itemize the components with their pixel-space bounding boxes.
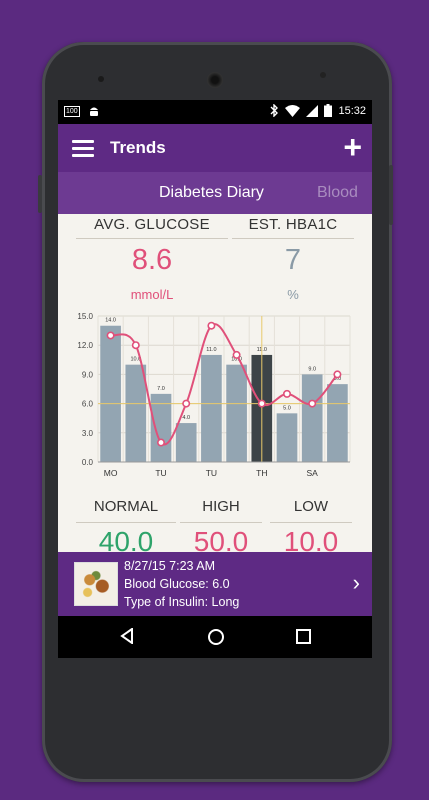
app-bar: Trends + — [58, 124, 372, 172]
volume-button — [38, 175, 42, 213]
wifi-icon — [285, 104, 301, 117]
bar — [276, 413, 298, 462]
entry-insulin: Type of Insulin: Long — [124, 595, 240, 609]
system-nav-bar — [58, 616, 372, 658]
bar-value-label: 4.0 — [182, 415, 190, 421]
line-point — [333, 370, 342, 379]
y-tick-label: 15.0 — [77, 312, 93, 321]
clock: 15:32 — [338, 104, 366, 117]
bar — [201, 354, 222, 462]
hba1c-value: 7 — [284, 244, 302, 276]
x-tick-label: TU — [155, 468, 166, 478]
meal-photo — [74, 562, 118, 606]
bar-value-label: 5.0 — [283, 405, 291, 411]
app-screen: 100 15:32 Trends + Diabetes Diary Blood … — [58, 100, 372, 658]
low-label: LOW — [270, 498, 352, 523]
y-tick-label: 9.0 — [82, 370, 94, 379]
avg-glucose-value: 8.6 — [131, 244, 173, 276]
x-tick-label: MO — [104, 468, 118, 478]
line-point — [232, 350, 241, 359]
hba1c-label: EST. HBA1C — [232, 216, 354, 239]
tab-bar: Diabetes Diary Blood — [58, 172, 372, 214]
android-icon — [89, 107, 98, 116]
line-point — [283, 389, 292, 398]
status-bar: 100 15:32 — [58, 100, 372, 124]
line-point — [308, 399, 317, 408]
latest-entry-card[interactable]: 8/27/15 7:23 AM Blood Glucose: 6.0 Type … — [58, 552, 372, 616]
hba1c-unit: % — [287, 287, 299, 302]
x-tick-label: SA — [307, 468, 319, 478]
bar-value-label: 7.0 — [157, 386, 165, 392]
page-title: Trends — [110, 138, 166, 157]
front-camera — [98, 76, 104, 82]
avg-glucose-unit: mmol/L — [130, 287, 174, 302]
bar — [301, 374, 323, 462]
bar-value-label: 11.0 — [206, 347, 216, 353]
line-point — [106, 331, 115, 340]
bar — [226, 364, 247, 462]
battery-icon — [324, 104, 333, 117]
speaker-grille — [207, 72, 223, 88]
line-point — [257, 399, 266, 408]
y-tick-label: 0.0 — [82, 458, 94, 467]
bar — [327, 384, 348, 462]
home-icon[interactable] — [208, 629, 224, 645]
bar — [175, 423, 197, 462]
chevron-right-icon: › — [352, 570, 360, 595]
bar — [100, 325, 121, 462]
normal-label: NORMAL — [76, 498, 176, 523]
entry-glucose: Blood Glucose: 6.0 — [124, 577, 230, 591]
line-point — [207, 321, 216, 330]
back-icon[interactable] — [120, 628, 134, 644]
tab-diabetes-diary[interactable]: Diabetes Diary — [159, 184, 264, 202]
tab-blood[interactable]: Blood — [317, 184, 358, 202]
y-tick-label: 6.0 — [82, 400, 94, 409]
sensor — [320, 72, 326, 78]
avg-glucose-label: AVG. GLUCOSE — [76, 216, 228, 239]
add-button[interactable]: + — [343, 130, 362, 164]
x-tick-label: TU — [206, 468, 217, 478]
x-tick-label: TH — [256, 468, 267, 478]
bar-value-label: 14.0 — [105, 318, 116, 324]
battery-level-indicator: 100 — [64, 106, 80, 117]
bar-value-label: 9.0 — [308, 366, 316, 372]
recent-apps-icon[interactable] — [296, 629, 311, 644]
glucose-trend-chart[interactable]: 0.03.06.09.012.015.0 14.010.07.04.011.010… — [58, 304, 372, 484]
signal-icon — [306, 104, 319, 117]
entry-date: 8/27/15 7:23 AM — [124, 559, 216, 573]
y-tick-label: 12.0 — [77, 341, 93, 350]
line-point — [157, 438, 166, 447]
power-button — [389, 165, 393, 225]
line-point — [182, 399, 191, 408]
bluetooth-icon — [270, 104, 279, 117]
y-tick-label: 3.0 — [82, 429, 94, 438]
bar — [125, 364, 147, 462]
high-label: HIGH — [180, 498, 262, 523]
menu-icon[interactable] — [72, 140, 94, 157]
line-point — [131, 341, 140, 350]
